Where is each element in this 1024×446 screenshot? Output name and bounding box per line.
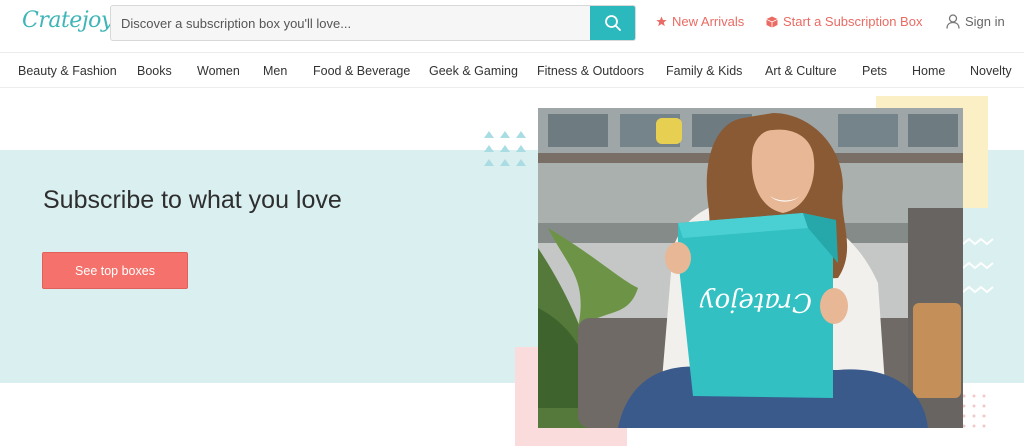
start-subscription-box-link[interactable]: Start a Subscription Box <box>766 14 922 29</box>
star-icon <box>656 16 667 27</box>
top-header: Cratejoy New Arrivals Start a Subscripti… <box>0 0 1024 46</box>
category-beauty-fashion[interactable]: Beauty & Fashion <box>18 64 117 78</box>
category-books[interactable]: Books <box>137 64 172 78</box>
triangle-pattern-decoration <box>484 131 526 166</box>
category-art-culture[interactable]: Art & Culture <box>765 64 837 78</box>
search-bar <box>110 5 636 41</box>
start-subscription-box-label: Start a Subscription Box <box>783 14 923 29</box>
search-input[interactable] <box>111 6 590 40</box>
category-nav: Beauty & Fashion Books Women Men Food & … <box>0 52 1024 88</box>
search-icon <box>604 15 621 31</box>
box-icon <box>766 16 778 27</box>
category-family-kids[interactable]: Family & Kids <box>666 64 742 78</box>
category-pets[interactable]: Pets <box>862 64 887 78</box>
search-button[interactable] <box>590 6 635 40</box>
sign-in-link[interactable]: Sign in <box>946 14 1005 29</box>
new-arrivals-label: New Arrivals <box>672 14 745 29</box>
category-women[interactable]: Women <box>197 64 240 78</box>
category-novelty[interactable]: Novelty <box>970 64 1012 78</box>
category-food-beverage[interactable]: Food & Beverage <box>313 64 410 78</box>
new-arrivals-link[interactable]: New Arrivals <box>656 14 744 29</box>
wave-lines-decoration <box>962 237 994 294</box>
category-men[interactable]: Men <box>263 64 287 78</box>
box-brand-text: Cratejoy <box>700 287 812 317</box>
category-home[interactable]: Home <box>912 64 945 78</box>
category-geek-gaming[interactable]: Geek & Gaming <box>429 64 518 78</box>
category-fitness-outdoors[interactable]: Fitness & Outdoors <box>537 64 644 78</box>
see-top-boxes-button[interactable]: See top boxes <box>42 252 188 289</box>
user-icon <box>946 14 960 29</box>
hero-title: Subscribe to what you love <box>43 186 342 214</box>
cratejoy-logo[interactable]: Cratejoy <box>22 8 113 33</box>
sign-in-label: Sign in <box>965 14 1005 29</box>
hero-photo: Cratejoy <box>538 108 963 428</box>
